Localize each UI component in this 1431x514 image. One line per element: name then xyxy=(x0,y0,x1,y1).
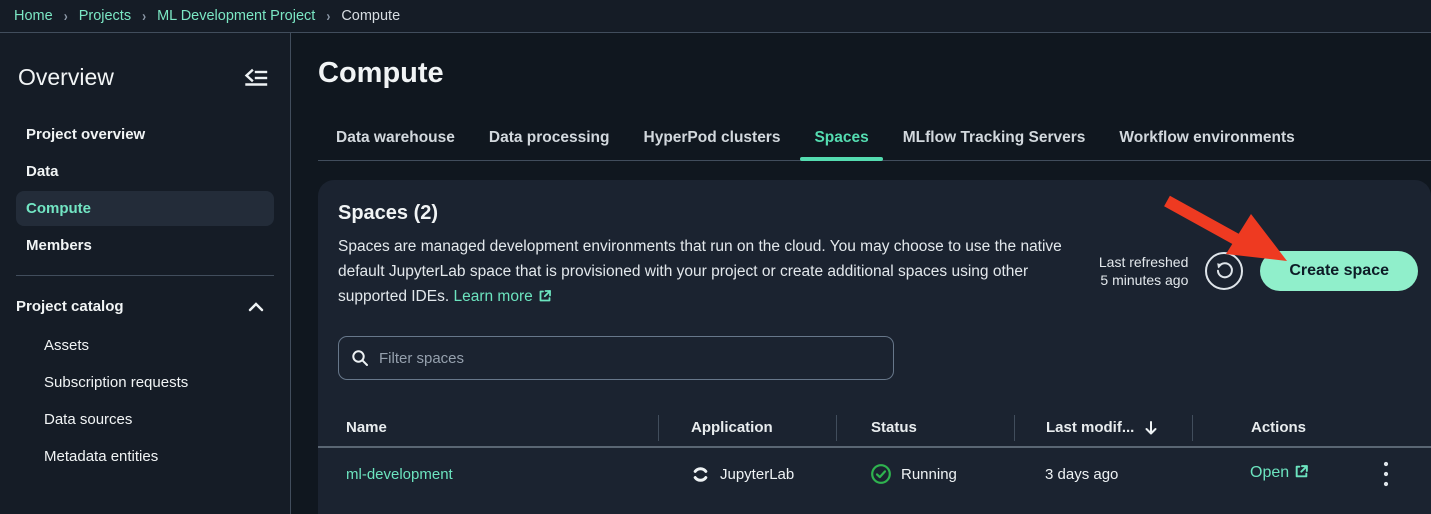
sidebar-item-metadata-entities[interactable]: Metadata entities xyxy=(16,438,274,475)
tab-spaces[interactable]: Spaces xyxy=(800,119,882,160)
external-link-icon xyxy=(538,286,552,311)
sidebar-item-assets[interactable]: Assets xyxy=(16,327,274,364)
status-label: Running xyxy=(901,466,957,483)
column-header-last-modified[interactable]: Last modif... xyxy=(1014,415,1192,441)
search-icon xyxy=(351,349,369,367)
sort-descending-icon[interactable] xyxy=(1144,420,1158,436)
page-title: Compute xyxy=(318,57,1431,90)
learn-more-link[interactable]: Learn more xyxy=(453,288,551,305)
refresh-button[interactable] xyxy=(1205,252,1243,290)
tab-data-processing[interactable]: Data processing xyxy=(475,119,624,160)
breadcrumb-separator-icon: › xyxy=(64,7,68,25)
sidebar-item-members[interactable]: Members xyxy=(16,228,274,263)
sidebar-section-label: Project catalog xyxy=(16,298,124,315)
breadcrumb-project-name[interactable]: ML Development Project xyxy=(157,8,315,24)
sidebar-item-data-sources[interactable]: Data sources xyxy=(16,401,274,438)
breadcrumb-separator-icon: › xyxy=(142,7,146,25)
sidebar-item-subscription-requests[interactable]: Subscription requests xyxy=(16,364,274,401)
jupyterlab-icon xyxy=(690,464,711,485)
status-running-icon xyxy=(870,463,892,485)
application-label: JupyterLab xyxy=(720,466,794,483)
sidebar-section-project-catalog[interactable]: Project catalog xyxy=(16,290,274,323)
sidebar-item-compute[interactable]: Compute xyxy=(16,191,274,226)
filter-spaces-field[interactable] xyxy=(338,336,894,380)
breadcrumb-separator-icon: › xyxy=(326,7,330,25)
breadcrumb-home[interactable]: Home xyxy=(14,8,53,24)
sidebar: Overview Project overview Data Compute M… xyxy=(0,33,291,514)
refresh-icon xyxy=(1214,261,1234,281)
tab-hyperpod-clusters[interactable]: HyperPod clusters xyxy=(630,119,795,160)
breadcrumb-current-page: Compute xyxy=(341,8,400,24)
column-header-name[interactable]: Name xyxy=(318,415,658,441)
tab-bar: Data warehouse Data processing HyperPod … xyxy=(318,119,1431,161)
spaces-panel-header-text: Spaces (2) Spaces are managed developmen… xyxy=(338,202,1080,311)
space-name-link[interactable]: ml-development xyxy=(346,466,453,483)
main-content: Compute Data warehouse Data processing H… xyxy=(291,33,1431,514)
sidebar-divider xyxy=(16,275,274,276)
chevron-up-icon xyxy=(248,302,264,312)
spaces-panel: Spaces (2) Spaces are managed developmen… xyxy=(318,180,1431,514)
collapse-sidebar-icon[interactable] xyxy=(240,63,272,91)
filter-spaces-input[interactable] xyxy=(379,350,881,367)
spaces-panel-title: Spaces (2) xyxy=(338,202,1080,225)
column-header-status[interactable]: Status xyxy=(836,415,1014,441)
last-modified-value: 3 days ago xyxy=(1014,466,1192,483)
column-header-actions: Actions xyxy=(1192,415,1431,441)
last-refreshed-label: Last refreshed 5 minutes ago xyxy=(1099,253,1189,289)
sidebar-item-data[interactable]: Data xyxy=(16,154,274,189)
spaces-panel-description: Spaces are managed development environme… xyxy=(338,234,1080,311)
tab-data-warehouse[interactable]: Data warehouse xyxy=(322,119,469,160)
table-row: ml-development JupyterLab xyxy=(318,448,1431,500)
sidebar-item-project-overview[interactable]: Project overview xyxy=(16,117,274,152)
spaces-table-header: Name Application Status Last modif... Ac… xyxy=(318,409,1431,446)
create-space-button[interactable]: Create space xyxy=(1260,251,1418,291)
open-space-link[interactable]: Open xyxy=(1250,464,1309,484)
breadcrumb-projects[interactable]: Projects xyxy=(79,8,131,24)
tab-workflow-environments[interactable]: Workflow environments xyxy=(1105,119,1308,160)
sidebar-title: Overview xyxy=(18,64,114,91)
tab-mlflow-tracking-servers[interactable]: MLflow Tracking Servers xyxy=(889,119,1100,160)
row-actions-menu-icon[interactable] xyxy=(1379,457,1393,491)
column-header-application[interactable]: Application xyxy=(658,415,836,441)
spaces-table: Name Application Status Last modif... Ac… xyxy=(318,409,1431,500)
breadcrumb: Home › Projects › ML Development Project… xyxy=(0,0,1431,33)
external-link-icon xyxy=(1294,464,1309,484)
